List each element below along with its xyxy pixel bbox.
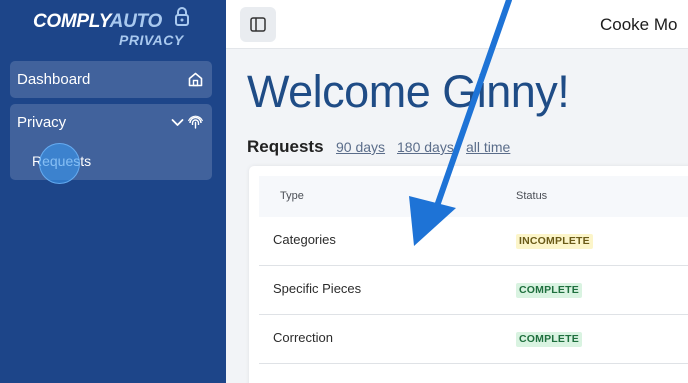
brand-subtitle: PRIVACY (119, 32, 184, 48)
table-row[interactable]: Correction COMPLETE (259, 315, 688, 364)
brand-comply: COMPLY (33, 11, 110, 32)
brand-logo: COMPLYAUTO PRIVACY (33, 7, 193, 49)
fingerprint-icon (187, 115, 204, 129)
status-badge: COMPLETE (516, 283, 582, 298)
range-90-days-link[interactable]: 90 days (336, 139, 385, 155)
company-name: Cooke Mo (600, 15, 678, 34)
sidebar-toggle-button[interactable] (240, 7, 276, 42)
status-badge: COMPLETE (516, 332, 582, 347)
requests-table: Type Status Categories INCOMPLETE Specif… (249, 166, 688, 383)
brand-auto: AUTO (109, 11, 163, 32)
requests-heading: Requests (247, 137, 324, 156)
status-badge: INCOMPLETE (516, 234, 593, 249)
page-title: Welcome Ginny! (247, 66, 570, 117)
request-type: Categories (273, 232, 336, 247)
sidebar-item-label: Privacy (17, 114, 67, 131)
request-type: Specific Pieces (273, 281, 362, 296)
column-header-type[interactable]: Type (280, 190, 304, 202)
home-icon (188, 72, 203, 87)
column-header-status[interactable]: Status (516, 190, 547, 202)
table-row[interactable]: Specific Pieces COMPLETE (259, 266, 688, 315)
sidebar-item-dashboard[interactable]: Dashboard (10, 61, 212, 98)
chevron-down-icon[interactable] (169, 114, 186, 131)
top-bar: Cooke Mo (226, 0, 688, 49)
click-indicator (39, 143, 80, 184)
table-row[interactable]: Categories INCOMPLETE (259, 217, 688, 266)
brand-wordmark: COMPLYAUTO (33, 11, 162, 33)
lock-icon (175, 7, 189, 26)
range-all-time-link[interactable]: all time (466, 139, 510, 155)
sidebar-item-label: Dashboard (17, 71, 91, 88)
table-header: Type Status (259, 176, 688, 217)
sidebar-toggle-icon (250, 17, 266, 32)
range-180-days-link[interactable]: 180 days (397, 139, 454, 155)
request-type: Correction (273, 330, 333, 345)
sidebar: COMPLYAUTO PRIVACY Dashboard Privacy Req… (0, 0, 226, 383)
